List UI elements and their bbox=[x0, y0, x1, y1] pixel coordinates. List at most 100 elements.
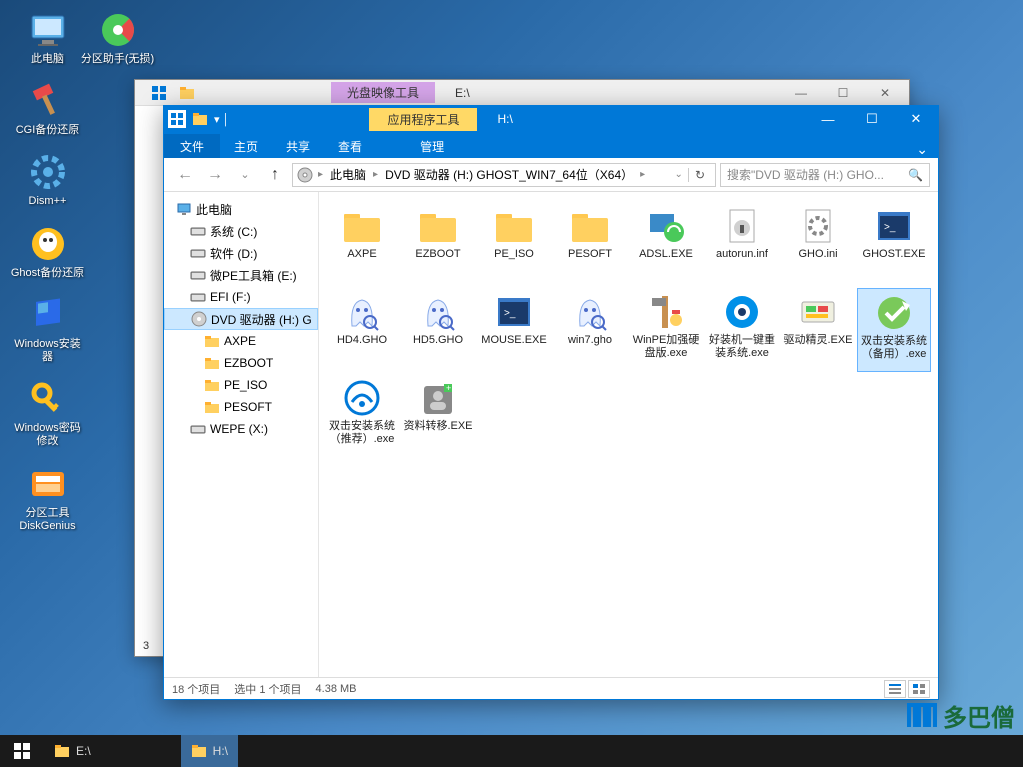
tree-item[interactable]: 微PE工具箱 (E:) bbox=[164, 264, 318, 286]
nav-up-button[interactable]: ↑ bbox=[262, 162, 288, 188]
tree-item[interactable]: EZBOOT bbox=[164, 352, 318, 374]
diskgenius-icon bbox=[28, 464, 68, 504]
installer-icon bbox=[28, 295, 68, 335]
chevron-right-icon[interactable]: ▸ bbox=[370, 169, 381, 180]
desktop-icon-win-installer[interactable]: Windows安装器 bbox=[10, 295, 85, 364]
search-icon[interactable]: 🔍 bbox=[908, 168, 923, 182]
file-item[interactable]: 好装机一键重装系统.exe bbox=[705, 288, 779, 372]
dvd-icon bbox=[297, 167, 313, 183]
refresh-icon[interactable]: ↻ bbox=[688, 168, 711, 182]
minimize-button[interactable]: — bbox=[806, 106, 850, 132]
file-item[interactable]: >_GHOST.EXE bbox=[857, 202, 931, 286]
file-label: HD4.GHO bbox=[337, 334, 387, 347]
folder-icon bbox=[54, 743, 70, 759]
file-item[interactable]: 双击安装系统（备用）.exe bbox=[857, 288, 931, 372]
file-item[interactable]: EZBOOT bbox=[401, 202, 475, 286]
folder-icon bbox=[492, 206, 536, 246]
close-button[interactable]: ✕ bbox=[865, 82, 905, 104]
tree-item[interactable]: WEPE (X:) bbox=[164, 418, 318, 440]
file-label: PESOFT bbox=[568, 248, 612, 261]
explorer-logo-icon bbox=[139, 80, 179, 106]
file-label: WinPE加强硬盘版.exe bbox=[631, 334, 701, 359]
ribbon-expand-icon[interactable]: ⌄ bbox=[906, 141, 938, 158]
nav-tree[interactable]: 此电脑系统 (C:)软件 (D:) 微PE工具箱 (E:) EFI (F:) DVD … bbox=[164, 192, 319, 677]
desktop-icon-this-pc[interactable]: 此电脑 bbox=[10, 10, 85, 66]
ribbon-tab-home[interactable]: 主页 bbox=[220, 134, 272, 158]
file-item[interactable]: win7.gho bbox=[553, 288, 627, 372]
nav-forward-button[interactable]: → bbox=[202, 162, 228, 188]
file-item[interactable]: HD5.GHO bbox=[401, 288, 475, 372]
breadcrumb-root[interactable]: 此电脑 bbox=[328, 166, 368, 183]
minimize-button[interactable]: — bbox=[781, 82, 821, 104]
breadcrumb[interactable]: ▸ 此电脑 ▸ DVD 驱动器 (H:) GHOST_WIN7_64位（X64）… bbox=[292, 163, 716, 187]
close-button[interactable]: ✕ bbox=[894, 106, 938, 132]
file-item[interactable]: 双击安装系统（推荐）.exe bbox=[325, 374, 399, 458]
file-item[interactable]: >_MOUSE.EXE bbox=[477, 288, 551, 372]
file-label: PE_ISO bbox=[494, 248, 534, 261]
tree-item[interactable]: DVD 驱动器 (H:) G bbox=[164, 308, 318, 330]
tree-label: PE_ISO bbox=[224, 378, 267, 392]
file-item[interactable]: GHO.ini bbox=[781, 202, 855, 286]
taskbar-item-e[interactable]: E:\ bbox=[44, 735, 101, 767]
tree-label: AXPE bbox=[224, 334, 256, 348]
desktop-icon-ghost[interactable]: Ghost备份还原 bbox=[10, 224, 85, 280]
addressbar: ← → ⌄ ↑ ▸ 此电脑 ▸ DVD 驱动器 (H:) GHOST_WIN7_… bbox=[164, 158, 938, 192]
taskbar[interactable]: E:\ H:\ bbox=[0, 735, 1023, 767]
file-label: HD5.GHO bbox=[413, 334, 463, 347]
install-green-icon bbox=[872, 293, 916, 333]
taskbar-item-h[interactable]: H:\ bbox=[181, 735, 238, 767]
back-page-label: 3 bbox=[143, 640, 149, 652]
file-item[interactable]: 驱动精灵.EXE bbox=[781, 288, 855, 372]
ribbon-tab-share[interactable]: 共享 bbox=[272, 134, 324, 158]
titlebar[interactable]: ▾ │ 应用程序工具 H:\ — ☐ ✕ bbox=[164, 106, 938, 132]
view-details-button[interactable] bbox=[884, 680, 906, 698]
nav-history-button[interactable]: ⌄ bbox=[232, 162, 258, 188]
tree-item[interactable]: 系统 (C:) bbox=[164, 220, 318, 242]
view-icons-button[interactable] bbox=[908, 680, 930, 698]
tree-label: DVD 驱动器 (H:) G bbox=[211, 311, 312, 328]
gho-file-icon bbox=[568, 292, 612, 332]
start-button[interactable] bbox=[0, 735, 44, 767]
tree-item[interactable]: PESOFT bbox=[164, 396, 318, 418]
tree-item[interactable]: EFI (F:) bbox=[164, 286, 318, 308]
desktop-icon-password[interactable]: Windows密码修改 bbox=[10, 379, 85, 448]
status-count: 18 个项目 bbox=[172, 681, 220, 697]
file-item[interactable]: HD4.GHO bbox=[325, 288, 399, 372]
tree-item[interactable]: PE_ISO bbox=[164, 374, 318, 396]
partition-icon bbox=[98, 10, 138, 50]
svg-text:>_: >_ bbox=[884, 222, 896, 233]
file-item[interactable]: PESOFT bbox=[553, 202, 627, 286]
file-item[interactable]: ADSL.EXE bbox=[629, 202, 703, 286]
chevron-down-icon[interactable]: ⌄ bbox=[672, 169, 686, 180]
chevron-right-icon[interactable]: ▸ bbox=[315, 169, 326, 180]
desktop-icons: 此电脑 分区助手(无损) CGI备份还原 Dism++ Ghost备份还原 bbox=[10, 10, 85, 533]
tree-item[interactable]: 软件 (D:) bbox=[164, 242, 318, 264]
desktop-icon-cgi[interactable]: CGI备份还原 bbox=[10, 81, 85, 137]
file-item[interactable]: PE_ISO bbox=[477, 202, 551, 286]
ribbon-file-tab[interactable]: 文件 bbox=[164, 134, 220, 158]
desktop-icon-diskgenius[interactable]: 分区工具DiskGenius bbox=[10, 464, 85, 533]
file-label: 好装机一键重装系统.exe bbox=[707, 334, 777, 359]
desktop-icon-dism[interactable]: Dism++ bbox=[10, 152, 85, 208]
maximize-button[interactable]: ☐ bbox=[850, 106, 894, 132]
file-item[interactable]: AXPE bbox=[325, 202, 399, 286]
nav-back-button[interactable]: ← bbox=[172, 162, 198, 188]
tree-item[interactable]: AXPE bbox=[164, 330, 318, 352]
file-pane[interactable]: AXPEEZBOOT PE_ISO PESOFT ADSL.EXEautorun.in… bbox=[319, 192, 938, 677]
file-item[interactable]: WinPE加强硬盘版.exe bbox=[629, 288, 703, 372]
adsl-icon bbox=[644, 206, 688, 246]
desktop-icon-partition-assist[interactable]: 分区助手(无损) bbox=[80, 10, 155, 66]
maximize-button[interactable]: ☐ bbox=[823, 82, 863, 104]
chevron-right-icon[interactable]: ▸ bbox=[637, 169, 648, 180]
ribbon-tab-manage[interactable]: 管理 bbox=[406, 134, 458, 158]
back-titlebar[interactable]: 光盘映像工具 E:\ — ☐ ✕ bbox=[135, 80, 909, 106]
tree-label: 微PE工具箱 (E:) bbox=[210, 267, 297, 284]
tree-item[interactable]: 此电脑 bbox=[164, 198, 318, 220]
svg-text:+: + bbox=[446, 383, 451, 393]
qat-sep: ▾ │ bbox=[214, 113, 229, 126]
search-input[interactable]: 搜索"DVD 驱动器 (H:) GHO... 🔍 bbox=[720, 163, 930, 187]
breadcrumb-drive[interactable]: DVD 驱动器 (H:) GHOST_WIN7_64位（X64） bbox=[383, 166, 635, 183]
file-item[interactable]: autorun.inf bbox=[705, 202, 779, 286]
file-item[interactable]: +资料转移.EXE bbox=[401, 374, 475, 458]
ribbon-tab-view[interactable]: 查看 bbox=[324, 134, 376, 158]
